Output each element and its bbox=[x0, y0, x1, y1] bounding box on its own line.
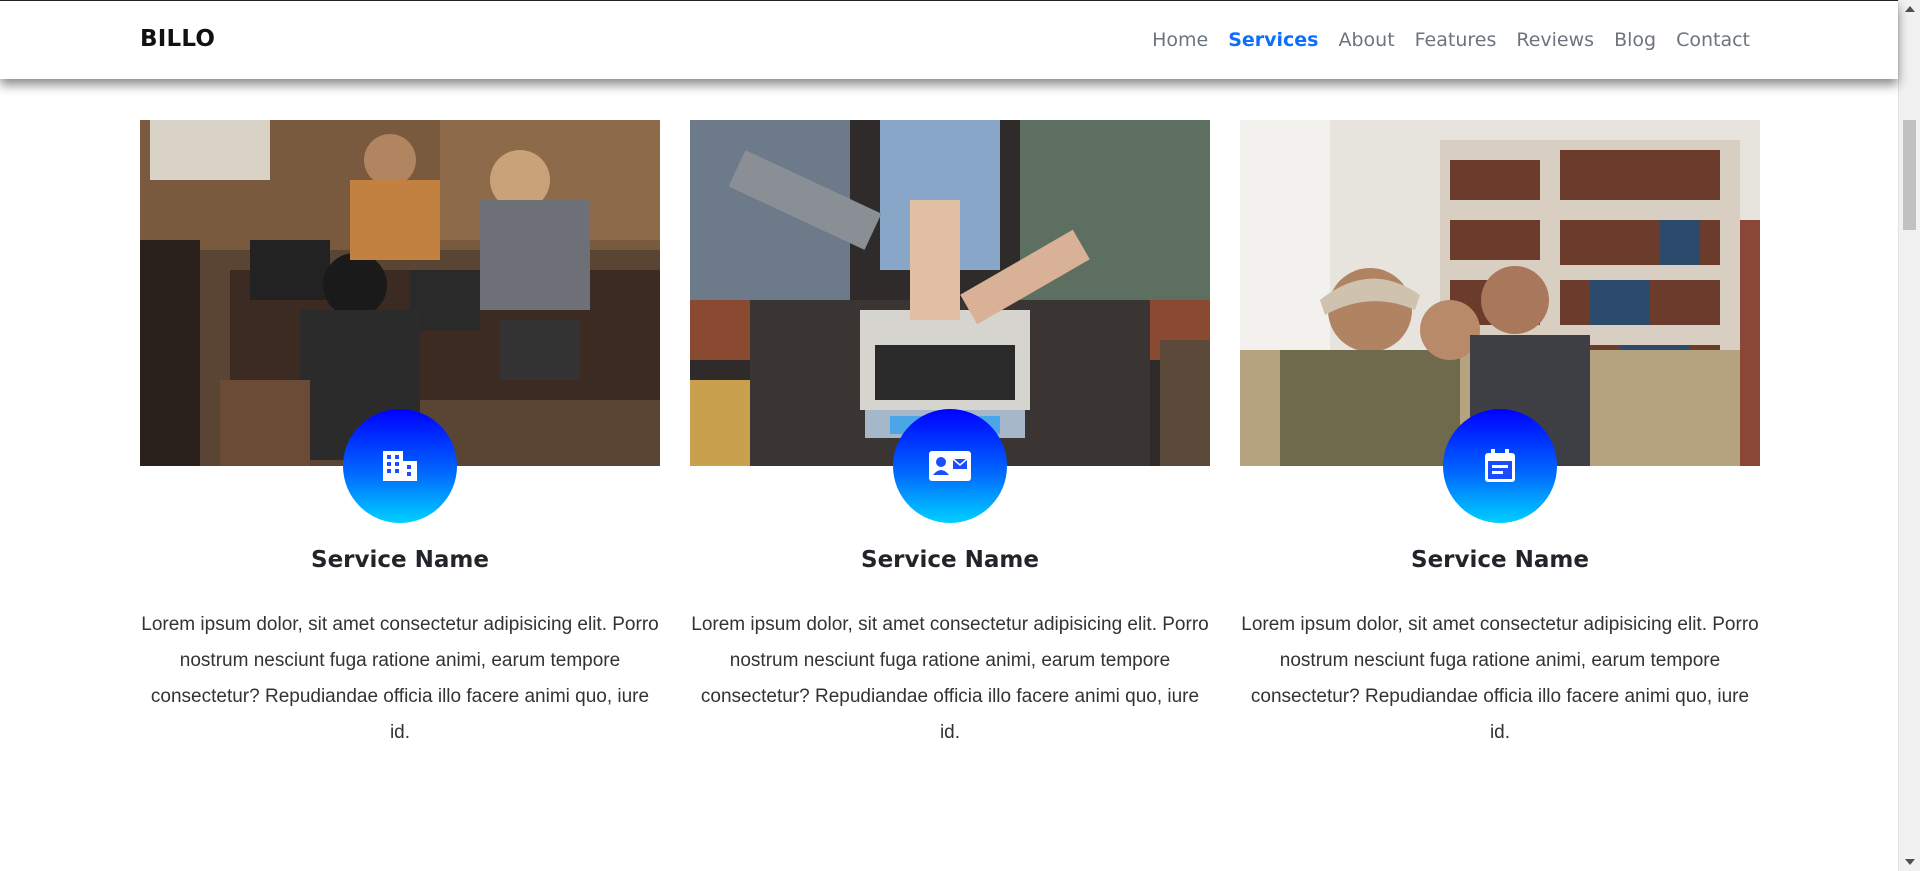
building-icon bbox=[383, 451, 417, 481]
nav-link-blog[interactable]: Blog bbox=[1614, 29, 1656, 51]
services-section: Service Name Lorem ipsum dolor, sit amet… bbox=[140, 120, 1760, 751]
calendar-icon bbox=[1485, 449, 1515, 482]
page-scrollbar[interactable] bbox=[1898, 0, 1920, 871]
nav-link-services[interactable]: Services bbox=[1228, 29, 1318, 51]
brand-logo[interactable]: BILLO bbox=[140, 26, 215, 52]
nav-link-about[interactable]: About bbox=[1338, 29, 1394, 51]
scrollbar-thumb[interactable] bbox=[1903, 120, 1916, 230]
contact-card-icon-badge bbox=[893, 409, 1007, 523]
scroll-down-arrow-icon[interactable] bbox=[1905, 859, 1915, 865]
service-title: Service Name bbox=[311, 547, 489, 573]
service-description: Lorem ipsum dolor, sit amet consectetur … bbox=[141, 614, 659, 743]
contact-card-icon bbox=[929, 451, 971, 481]
service-description: Lorem ipsum dolor, sit amet consectetur … bbox=[1241, 614, 1759, 743]
nav-link-features[interactable]: Features bbox=[1415, 29, 1497, 51]
building-icon-badge bbox=[343, 409, 457, 523]
nav-link-home[interactable]: Home bbox=[1152, 29, 1208, 51]
nav-link-contact[interactable]: Contact bbox=[1676, 29, 1750, 51]
service-card: Service Name Lorem ipsum dolor, sit amet… bbox=[690, 120, 1210, 751]
service-description: Lorem ipsum dolor, sit amet consectetur … bbox=[691, 614, 1209, 743]
nav-link-reviews[interactable]: Reviews bbox=[1516, 29, 1594, 51]
service-title: Service Name bbox=[861, 547, 1039, 573]
nav-menu: Home Services About Features Reviews Blo… bbox=[1152, 29, 1750, 51]
service-card: Service Name Lorem ipsum dolor, sit amet… bbox=[140, 120, 660, 751]
service-card: Service Name Lorem ipsum dolor, sit amet… bbox=[1240, 120, 1760, 751]
navbar: BILLO Home Services About Features Revie… bbox=[0, 0, 1898, 79]
scroll-up-arrow-icon[interactable] bbox=[1905, 6, 1915, 12]
service-title: Service Name bbox=[1411, 547, 1589, 573]
calendar-icon-badge bbox=[1443, 409, 1557, 523]
